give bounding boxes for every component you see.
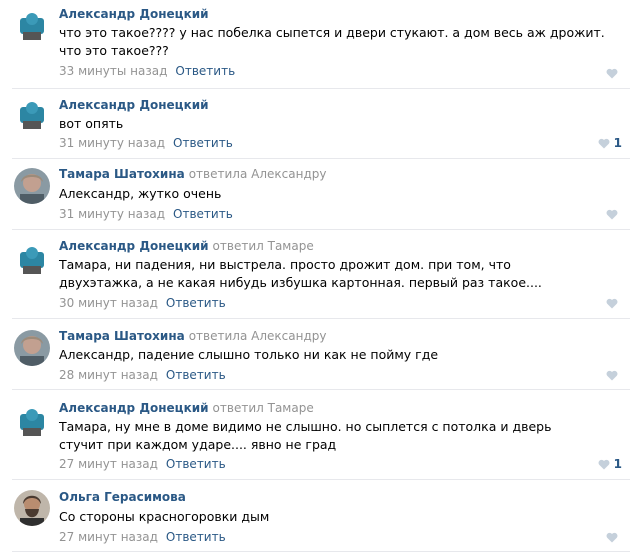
heart-icon: [598, 459, 610, 470]
heart-icon: [606, 532, 618, 543]
like-count: 1: [613, 136, 622, 150]
author-name[interactable]: Александр Донецкий: [59, 7, 209, 21]
like-button[interactable]: [606, 367, 622, 383]
divider: [12, 318, 630, 319]
divider: [12, 88, 630, 89]
reply-to-label[interactable]: ответила Александру: [189, 167, 327, 181]
author-name[interactable]: Александр Донецкий: [59, 98, 209, 112]
comment-time[interactable]: 31 минуту назад: [59, 207, 165, 221]
comment-time[interactable]: 27 минут назад: [59, 457, 158, 471]
reply-to-label[interactable]: ответил Тамаре: [213, 401, 314, 415]
avatar[interactable]: [14, 242, 50, 278]
avatar[interactable]: [14, 404, 50, 440]
reply-button[interactable]: Ответить: [166, 368, 226, 382]
reply-to-label[interactable]: ответил Тамаре: [213, 239, 314, 253]
avatar[interactable]: [14, 97, 50, 133]
like-count: 1: [613, 457, 622, 471]
author-name[interactable]: Ольга Герасимова: [59, 490, 186, 504]
like-button[interactable]: [606, 529, 622, 545]
divider: [12, 479, 630, 480]
comment-text: Тамара, ни падения, ни выстрела. просто …: [59, 257, 542, 290]
divider: [12, 158, 630, 159]
heart-icon: [606, 68, 618, 79]
avatar[interactable]: [14, 490, 50, 526]
comment-text: Александр, жутко очень: [59, 186, 222, 201]
comment-text: вот опять: [59, 116, 124, 131]
like-button[interactable]: 1: [598, 135, 622, 151]
reply-button[interactable]: Ответить: [175, 64, 235, 78]
author-name[interactable]: Александр Донецкий: [59, 239, 209, 253]
divider: [12, 229, 630, 230]
reply-to-label[interactable]: ответила Александру: [189, 329, 327, 343]
reply-button[interactable]: Ответить: [166, 457, 226, 471]
divider: [12, 389, 630, 390]
comment-time[interactable]: 30 минут назад: [59, 296, 158, 310]
comment-text: Со стороны красногоровки дым: [59, 509, 270, 524]
heart-icon: [598, 138, 610, 149]
comment-text: Тамара, ну мне в доме видимо не слышно. …: [59, 419, 552, 452]
author-name[interactable]: Тамара Шатохина: [59, 167, 185, 181]
heart-icon: [606, 370, 618, 381]
comment-text: что это такое???? у нас побелка сыпется …: [59, 25, 605, 58]
reply-button[interactable]: Ответить: [166, 530, 226, 544]
author-name[interactable]: Тамара Шатохина: [59, 329, 185, 343]
comment-time[interactable]: 27 минут назад: [59, 530, 158, 544]
comment-time[interactable]: 33 минуты назад: [59, 64, 167, 78]
avatar[interactable]: [14, 330, 50, 366]
reply-button[interactable]: Ответить: [166, 296, 226, 310]
heart-icon: [606, 298, 618, 309]
heart-icon: [606, 209, 618, 220]
author-name[interactable]: Александр Донецкий: [59, 401, 209, 415]
comment-time[interactable]: 31 минуту назад: [59, 136, 165, 150]
like-button[interactable]: 1: [598, 456, 622, 472]
like-button[interactable]: [606, 65, 622, 81]
avatar[interactable]: [14, 8, 50, 44]
avatar[interactable]: [14, 168, 50, 204]
like-button[interactable]: [606, 206, 622, 222]
divider: [12, 551, 630, 552]
comment-text: Александр, падение слышно только ни как …: [59, 347, 439, 362]
comment-time[interactable]: 28 минут назад: [59, 368, 158, 382]
like-button[interactable]: [606, 295, 622, 311]
reply-button[interactable]: Ответить: [173, 207, 233, 221]
reply-button[interactable]: Ответить: [173, 136, 233, 150]
